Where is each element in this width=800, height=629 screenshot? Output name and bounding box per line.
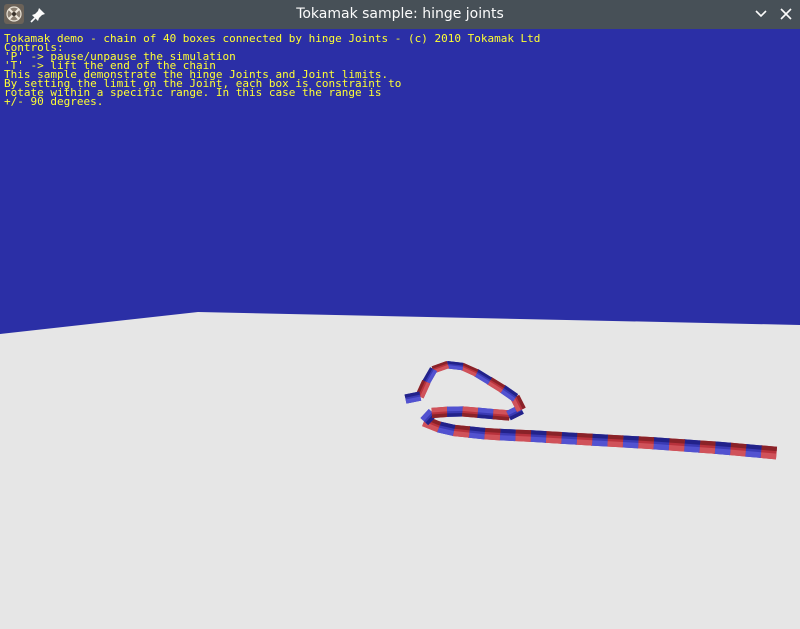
chain-box — [744, 443, 762, 458]
chain-box — [621, 435, 639, 449]
pin-icon[interactable] — [28, 5, 48, 25]
chain-box — [759, 445, 778, 460]
chain-box — [462, 406, 480, 418]
chain-box — [575, 432, 593, 446]
chain-box — [477, 407, 495, 420]
chain-box — [728, 442, 747, 457]
chain-box — [514, 429, 532, 442]
chain-box — [713, 441, 732, 456]
chain-box — [483, 427, 501, 441]
chain-box — [544, 431, 562, 444]
floor-plane — [0, 312, 800, 629]
chain-box — [606, 434, 624, 448]
title-bar[interactable]: Tokamak sample: hinge joints — [0, 0, 800, 29]
chain-box — [452, 424, 471, 438]
3d-scene[interactable] — [0, 29, 800, 629]
overlay-line: Tokamak demo - chain of 40 boxes connect… — [4, 32, 541, 45]
chain-box — [683, 439, 701, 453]
close-icon[interactable] — [776, 4, 796, 24]
chain-box — [498, 428, 516, 442]
chain-box — [447, 406, 464, 417]
info-overlay: Tokamak demo - chain of 40 boxes connect… — [4, 32, 784, 107]
tokamak-app-icon[interactable] — [3, 3, 25, 25]
chain-box — [467, 426, 486, 440]
chain-box — [560, 431, 578, 445]
chain-box — [637, 436, 655, 450]
window-title: Tokamak sample: hinge joints — [296, 6, 504, 22]
chevron-down-icon[interactable] — [751, 4, 771, 24]
chain-box — [529, 430, 547, 443]
chain-box — [698, 440, 716, 454]
chain-box — [667, 438, 685, 452]
chain-box — [652, 437, 670, 451]
simulation-viewport[interactable]: Tokamak demo - chain of 40 boxes connect… — [0, 29, 800, 629]
app-window: Tokamak sample: hinge joints Tokamak dem… — [0, 0, 800, 629]
chain-box — [431, 406, 449, 419]
chain-box — [590, 433, 608, 447]
